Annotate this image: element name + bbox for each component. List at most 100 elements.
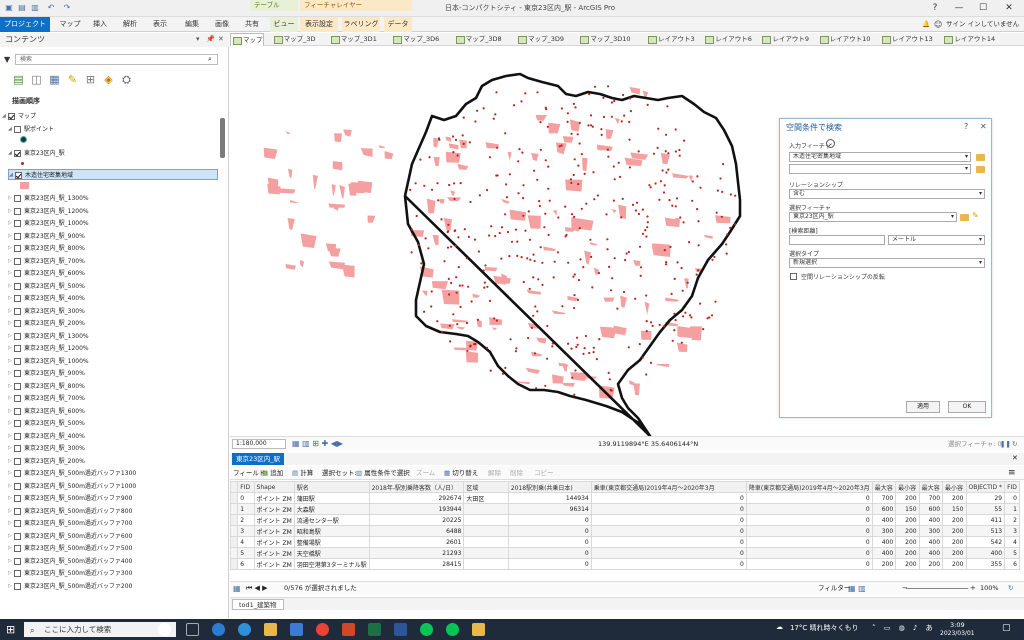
table-cell[interactable]: 4 bbox=[237, 536, 255, 548]
table-cell[interactable]: 200 bbox=[942, 492, 967, 504]
table-row[interactable]: 2 ポイント ZM 流通センター駅 20225 0 0 0 400 200 400 200 411 2 bbox=[230, 514, 1020, 526]
table-cell[interactable] bbox=[463, 536, 509, 548]
app-icon[interactable] bbox=[472, 623, 485, 636]
table-cell[interactable]: 400 bbox=[871, 514, 897, 526]
table-cell[interactable]: 0 bbox=[745, 536, 873, 548]
column-header[interactable]: 駅名 bbox=[293, 481, 370, 493]
layer-visibility-checkbox[interactable] bbox=[14, 282, 21, 290]
map-tab[interactable]: マップ_3D9 bbox=[516, 33, 564, 46]
apply-button[interactable]: 適用 bbox=[906, 401, 940, 413]
column-header[interactable]: 2018年-駅別乗降客数（人/日） bbox=[368, 481, 465, 493]
column-header[interactable]: 2018駅別乗(共乗日本) bbox=[507, 481, 592, 493]
table-menu-icon[interactable]: ≡ bbox=[1008, 466, 1016, 480]
clear-selection-button[interactable]: 解除 bbox=[488, 466, 501, 480]
table-cell[interactable]: 0 bbox=[507, 536, 592, 548]
layer-visibility-checkbox[interactable] bbox=[14, 482, 21, 490]
contents-search-input[interactable]: 検索 bbox=[15, 54, 218, 65]
table-cell[interactable]: 3 bbox=[1004, 525, 1020, 537]
delete-button[interactable]: 削除 bbox=[510, 466, 523, 480]
table-cell[interactable]: 0 bbox=[507, 514, 592, 526]
browse-folder-icon-3[interactable] bbox=[960, 214, 969, 221]
layer-visibility-checkbox[interactable] bbox=[14, 507, 21, 515]
table-cell[interactable]: 542 bbox=[965, 536, 1006, 548]
layer-visibility-checkbox[interactable] bbox=[14, 457, 21, 465]
table-cell[interactable]: 400 bbox=[918, 547, 944, 559]
layer-visibility-checkbox[interactable] bbox=[14, 370, 21, 377]
weather-icon[interactable]: ☁ bbox=[776, 623, 783, 631]
column-header[interactable]: 最大容 bbox=[871, 481, 897, 493]
map-tab[interactable]: マップ_3D8 bbox=[454, 33, 502, 46]
row-selector[interactable] bbox=[230, 514, 239, 526]
layer-visibility-checkbox[interactable] bbox=[14, 532, 21, 540]
table-cell[interactable]: 0 bbox=[590, 514, 747, 526]
column-header[interactable]: FID bbox=[237, 481, 255, 493]
table-cell[interactable]: 3 bbox=[237, 525, 255, 537]
table-cell[interactable]: 羽田空港第3ターミナル駅 bbox=[293, 558, 370, 570]
table-cell[interactable]: 0 bbox=[745, 514, 873, 526]
layer-visibility-checkbox[interactable] bbox=[14, 495, 21, 502]
table-cell[interactable]: 20225 bbox=[368, 514, 465, 526]
layer-item[interactable]: ▷ 東京23区内_駅_800% bbox=[8, 243, 85, 254]
list-by-snapping-icon[interactable]: ⊞ bbox=[84, 73, 97, 87]
table-row[interactable]: 5 ポイント ZM 天空橋駅 21293 0 0 0 400 200 400 200 400 5 bbox=[230, 547, 1020, 559]
pin-icon[interactable]: 📌 bbox=[206, 35, 215, 43]
smile-icon[interactable]: ☺ bbox=[934, 17, 942, 32]
table-cell[interactable]: 0 bbox=[745, 503, 873, 515]
table-cell[interactable]: ポイント ZM bbox=[253, 503, 295, 515]
layer-visibility-checkbox[interactable] bbox=[14, 382, 21, 390]
zoom-out-icon[interactable]: − bbox=[902, 582, 908, 595]
switch-selection-button[interactable]: ▦ 切り替え bbox=[444, 466, 478, 480]
layer-visibility-checkbox[interactable] bbox=[15, 171, 22, 179]
table-cell[interactable]: 21293 bbox=[368, 547, 465, 559]
table-cell[interactable]: 6488 bbox=[368, 525, 465, 537]
table-row[interactable]: 1 ポイント ZM 大森駅 193944 96314 0 0 600 150 600 150 55 1 bbox=[230, 503, 1020, 515]
layer-visibility-checkbox[interactable] bbox=[14, 257, 21, 265]
table-cell[interactable]: 0 bbox=[590, 547, 747, 559]
tab-edit[interactable]: 編集 bbox=[180, 17, 204, 32]
table-cell[interactable] bbox=[463, 525, 509, 537]
powerpoint-icon[interactable] bbox=[342, 623, 355, 636]
polygon-symbol-icon[interactable] bbox=[20, 182, 29, 189]
table-cell[interactable]: ポイント ZM bbox=[253, 514, 295, 526]
table-row[interactable]: 0 ポイント ZM 蒲田駅 292674 大田区 144934 0 0 700 200 700 200… bbox=[230, 492, 1020, 504]
close-button[interactable]: ✕ bbox=[998, 0, 1020, 16]
help-icon[interactable]: ? bbox=[964, 122, 968, 131]
invert-relationship-checkbox[interactable] bbox=[790, 272, 797, 280]
weather-text[interactable]: 17°C 晴れ時々くもり bbox=[790, 623, 859, 633]
notification-icon[interactable]: ▢ bbox=[1002, 623, 1011, 633]
layer-item[interactable]: ▷ 東京23区内_駅_500m過近バッファ300 bbox=[8, 568, 132, 579]
layer-item[interactable]: ▷ 東京23区内_駅_400% bbox=[8, 293, 85, 304]
contents-scrollbar[interactable] bbox=[220, 118, 225, 158]
list-by-labeling-icon[interactable]: ◈ bbox=[102, 73, 115, 87]
map-tab[interactable]: レイアウト9 bbox=[760, 33, 809, 46]
dialog-close-icon[interactable]: ✕ bbox=[980, 122, 987, 131]
table-cell[interactable]: ポイント ZM bbox=[253, 547, 295, 559]
table-cell[interactable]: 蒲田駅 bbox=[293, 492, 370, 504]
table-cell[interactable]: 0 bbox=[745, 492, 873, 504]
table-cell[interactable]: 300 bbox=[871, 525, 897, 537]
layer-item[interactable]: ▷ 東京23区内_駅_500m過近バッファ400 bbox=[8, 556, 132, 567]
layer-visibility-checkbox[interactable] bbox=[14, 520, 21, 527]
pane-close-icon[interactable]: ✕ bbox=[218, 35, 224, 43]
new-project-icon[interactable]: ▣ bbox=[4, 3, 14, 13]
table-cell[interactable]: 150 bbox=[895, 503, 920, 515]
layer-visibility-checkbox[interactable] bbox=[14, 407, 21, 415]
column-header[interactable]: Shape bbox=[253, 481, 295, 493]
excel-icon[interactable] bbox=[368, 623, 381, 636]
table-cell[interactable]: 292674 bbox=[368, 492, 465, 504]
table-cell[interactable]: 600 bbox=[918, 503, 944, 515]
table-cell[interactable]: 0 bbox=[237, 492, 255, 504]
table-cell[interactable]: 700 bbox=[918, 492, 944, 504]
layer-visibility-checkbox[interactable] bbox=[14, 557, 21, 565]
edit-pencil-icon[interactable]: ✎ bbox=[972, 211, 979, 220]
table-view-icon[interactable]: ▦ bbox=[233, 582, 241, 595]
list-by-editing-icon[interactable]: ✎ bbox=[66, 73, 79, 87]
map-tab[interactable]: レイアウト6 bbox=[703, 33, 752, 46]
selection-type-dropdown[interactable]: 新規選択 bbox=[789, 258, 985, 268]
table-cell[interactable]: 0 bbox=[507, 558, 592, 570]
layer-visibility-checkbox[interactable] bbox=[14, 245, 21, 252]
table-cell[interactable]: 大田区 bbox=[463, 492, 509, 504]
browse-folder-icon-2[interactable] bbox=[976, 166, 985, 173]
table-cell[interactable]: 200 bbox=[918, 558, 944, 570]
table-cell[interactable]: 2 bbox=[237, 514, 255, 526]
